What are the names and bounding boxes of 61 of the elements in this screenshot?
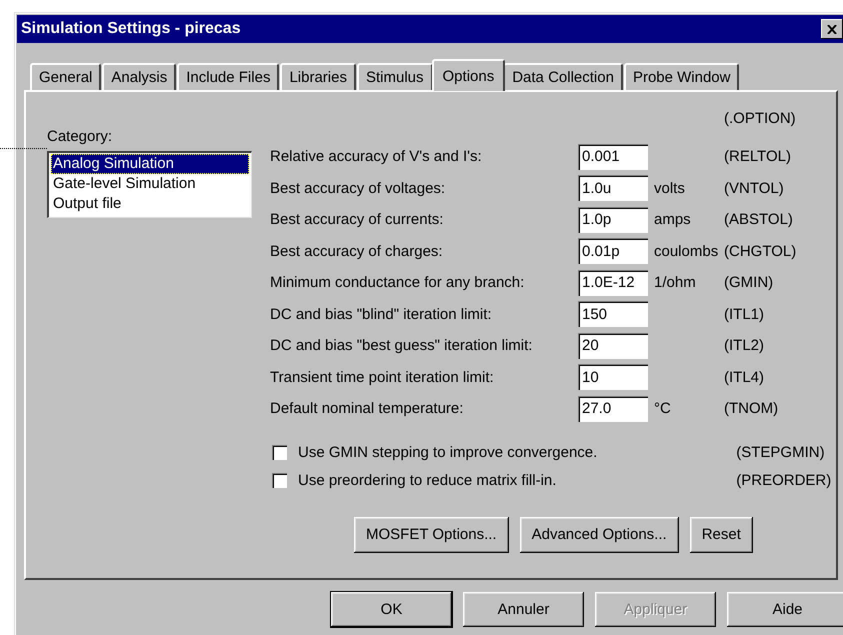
list-item[interactable]: Output file: [51, 194, 249, 214]
option-code: (ITL4): [724, 368, 766, 386]
option-code: (VNTOL): [724, 180, 785, 196]
tab[interactable]: Stimulus: [356, 63, 433, 90]
options-button[interactable]: MOSFET Options...: [354, 516, 509, 552]
input-field[interactable]: 1.0p: [578, 206, 648, 232]
close-button[interactable]: [821, 19, 843, 39]
unit-label: °C: [654, 400, 672, 417]
checkbox-label: Use preordering to reduce matrix fill-in.: [298, 472, 556, 488]
dialog-button[interactable]: Annuler: [463, 592, 584, 627]
tab[interactable]: Include Files: [177, 63, 280, 90]
input-field[interactable]: 10: [578, 364, 648, 390]
close-icon: [827, 24, 837, 34]
checkbox[interactable]: [272, 444, 287, 460]
option-code: (STEPGMIN): [736, 444, 826, 460]
tab[interactable]: Options: [432, 59, 506, 91]
dialog-button[interactable]: OK: [331, 592, 452, 627]
category-list[interactable]: Analog Simulation Gate-level Simulation Output file: [47, 151, 252, 218]
option-code: (ITL1): [724, 306, 766, 322]
field-label: DC and bias "blind" iteration limit:: [270, 306, 493, 322]
unit-label: 1/ohm: [654, 274, 697, 291]
option-code: (PREORDER): [736, 472, 832, 488]
input-field[interactable]: 27.0: [578, 396, 648, 422]
checkbox-label: Use GMIN stepping to improve convergence.: [298, 444, 598, 460]
tab[interactable]: Libraries: [280, 63, 356, 90]
category-label: Category:: [47, 128, 112, 145]
option-header: (.OPTION): [724, 109, 797, 129]
unit-label: volts: [654, 180, 686, 196]
input-field[interactable]: 0.001: [578, 144, 648, 170]
options-button[interactable]: Reset: [690, 516, 753, 552]
checkbox[interactable]: [272, 472, 287, 488]
tab[interactable]: Analysis: [102, 63, 176, 90]
option-code: (CHGTOL): [724, 242, 798, 260]
field-label: DC and bias "best guess" iteration limit:: [270, 337, 534, 354]
tab[interactable]: Probe Window: [624, 63, 740, 90]
options-button[interactable]: Advanced Options...: [520, 516, 679, 552]
tab[interactable]: Data Collection: [503, 63, 623, 90]
field-label: Best accuracy of voltages:: [270, 180, 446, 196]
option-code: (ABSTOL): [724, 211, 794, 228]
tab[interactable]: General: [30, 63, 102, 90]
field-label: Transient time point iteration limit:: [270, 368, 495, 386]
field-label: Best accuracy of charges:: [270, 242, 444, 260]
list-item[interactable]: Analog Simulation: [51, 154, 249, 174]
input-field[interactable]: 1.0u: [578, 175, 648, 201]
list-item[interactable]: Gate-level Simulation: [51, 174, 249, 194]
window-title: Simulation Settings - pirecas: [21, 20, 241, 38]
field-label: Minimum conductance for any branch:: [270, 274, 526, 291]
dialog-button[interactable]: Aide: [727, 592, 843, 627]
field-label: Default nominal temperature:: [270, 400, 464, 417]
field-label: Relative accuracy of V's and I's:: [270, 148, 483, 165]
input-field[interactable]: 150: [578, 301, 648, 327]
field-label: Best accuracy of currents:: [270, 211, 444, 228]
unit-label: coulombs: [654, 242, 720, 260]
input-field[interactable]: 1.0E-12: [578, 270, 648, 296]
unit-label: amps: [654, 211, 692, 228]
input-field[interactable]: 20: [578, 332, 648, 358]
option-code: (GMIN): [724, 274, 774, 291]
option-code: (ITL2): [724, 337, 766, 354]
option-code: (TNOM): [724, 400, 780, 417]
input-field[interactable]: 0.01p: [578, 238, 648, 264]
option-code: (RELTOL): [724, 148, 792, 165]
